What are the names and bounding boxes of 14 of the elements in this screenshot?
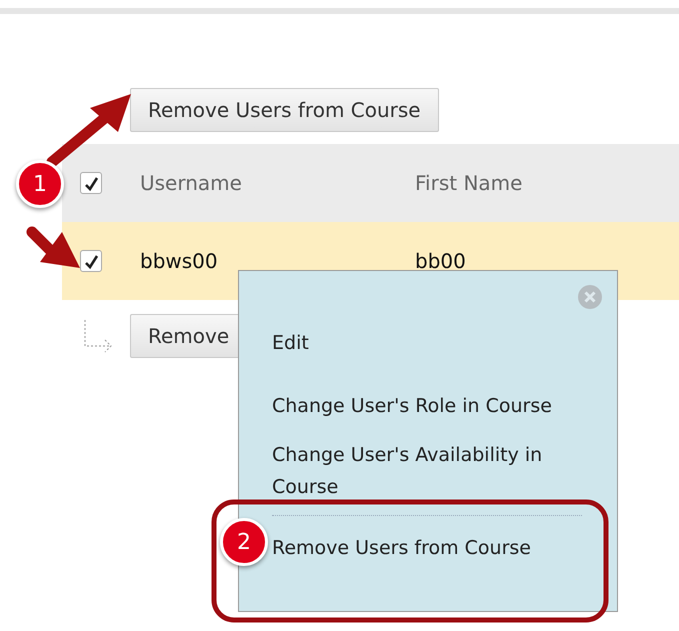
column-header[interactable]: Username	[140, 171, 242, 195]
menu-item[interactable]: Change User's Availability in Course	[272, 439, 582, 503]
step-badge: 1	[16, 160, 64, 208]
column-header[interactable]: First Name	[415, 171, 522, 195]
menu-item[interactable]: Remove Users from Course	[272, 533, 582, 563]
row-checkbox[interactable]	[80, 250, 102, 272]
menu-item[interactable]: Edit	[272, 328, 582, 358]
step-badge: 2	[220, 518, 268, 566]
remove-users-button[interactable]: Remove Users from Course	[130, 88, 439, 132]
table-cell: bb00	[415, 249, 466, 273]
select-all-checkbox[interactable]	[80, 172, 102, 194]
menu-item[interactable]: Change User's Role in Course	[272, 391, 582, 421]
table-cell: bbws00	[140, 249, 218, 273]
annotation-arrow	[26, 226, 80, 268]
